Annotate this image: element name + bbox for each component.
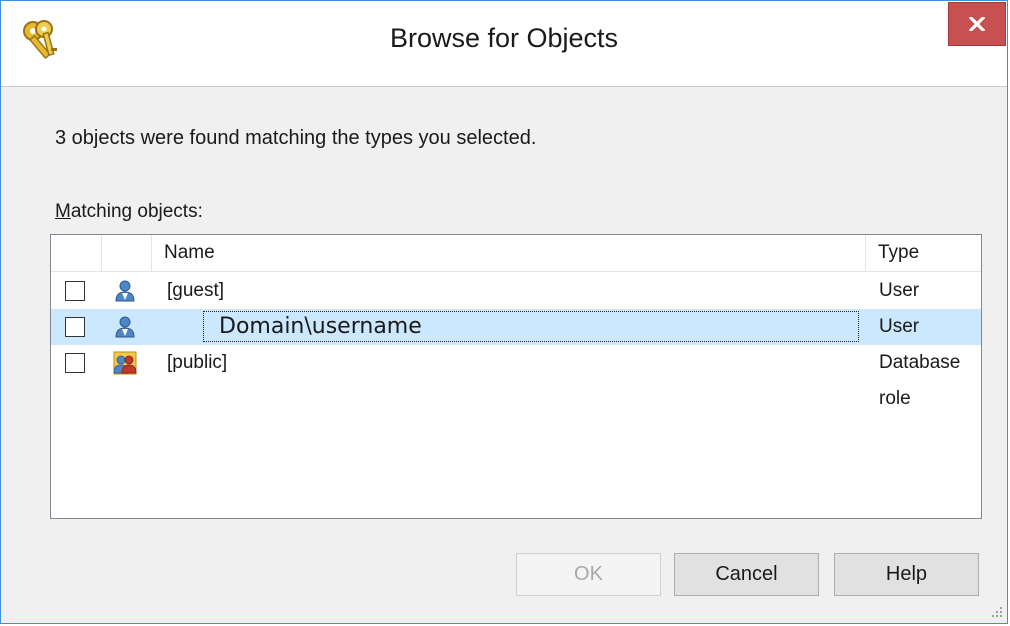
browse-for-objects-dialog: Browse for Objects 3 objects were found … [0,0,1008,624]
matching-objects-label: Matching objects: [55,201,203,223]
close-icon [969,17,985,31]
list-row-guest[interactable]: [guest] User [51,273,981,309]
row-checkbox[interactable] [65,353,85,373]
label-text: atching objects: [70,201,203,222]
resize-grip-icon[interactable] [986,601,1004,619]
help-button[interactable]: Help [834,553,979,596]
header-icon-column[interactable] [102,235,152,271]
user-icon [115,316,135,338]
cancel-button[interactable]: Cancel [674,553,819,596]
row-name: [guest] [167,280,225,301]
role-icon [113,351,137,375]
user-icon [115,280,135,302]
list-row-domain-username[interactable]: Domain\username User [51,309,981,345]
row-type: Database role [879,352,961,409]
row-name: [public] [167,352,228,373]
row-type: User [879,316,920,337]
row-checkbox[interactable] [65,281,85,301]
header-check-column[interactable] [51,235,102,271]
ok-button[interactable]: OK [516,553,661,596]
label-mnemonic: M [55,201,71,222]
list-header: Name Type [51,235,981,272]
close-button[interactable] [948,2,1006,46]
row-checkbox[interactable] [65,317,85,337]
matching-objects-list[interactable]: Name Type [guest] User Domain\username U… [50,234,982,519]
results-info-text: 3 objects were found matching the types … [55,127,537,149]
list-row-public[interactable]: [public] Database role [51,345,981,409]
header-name[interactable]: Name [152,235,866,271]
title-bar[interactable]: Browse for Objects [1,1,1007,87]
window-title: Browse for Objects [389,23,619,53]
header-type[interactable]: Type [866,235,981,271]
row-name: Domain\username [219,314,422,339]
row-type: User [879,280,920,301]
